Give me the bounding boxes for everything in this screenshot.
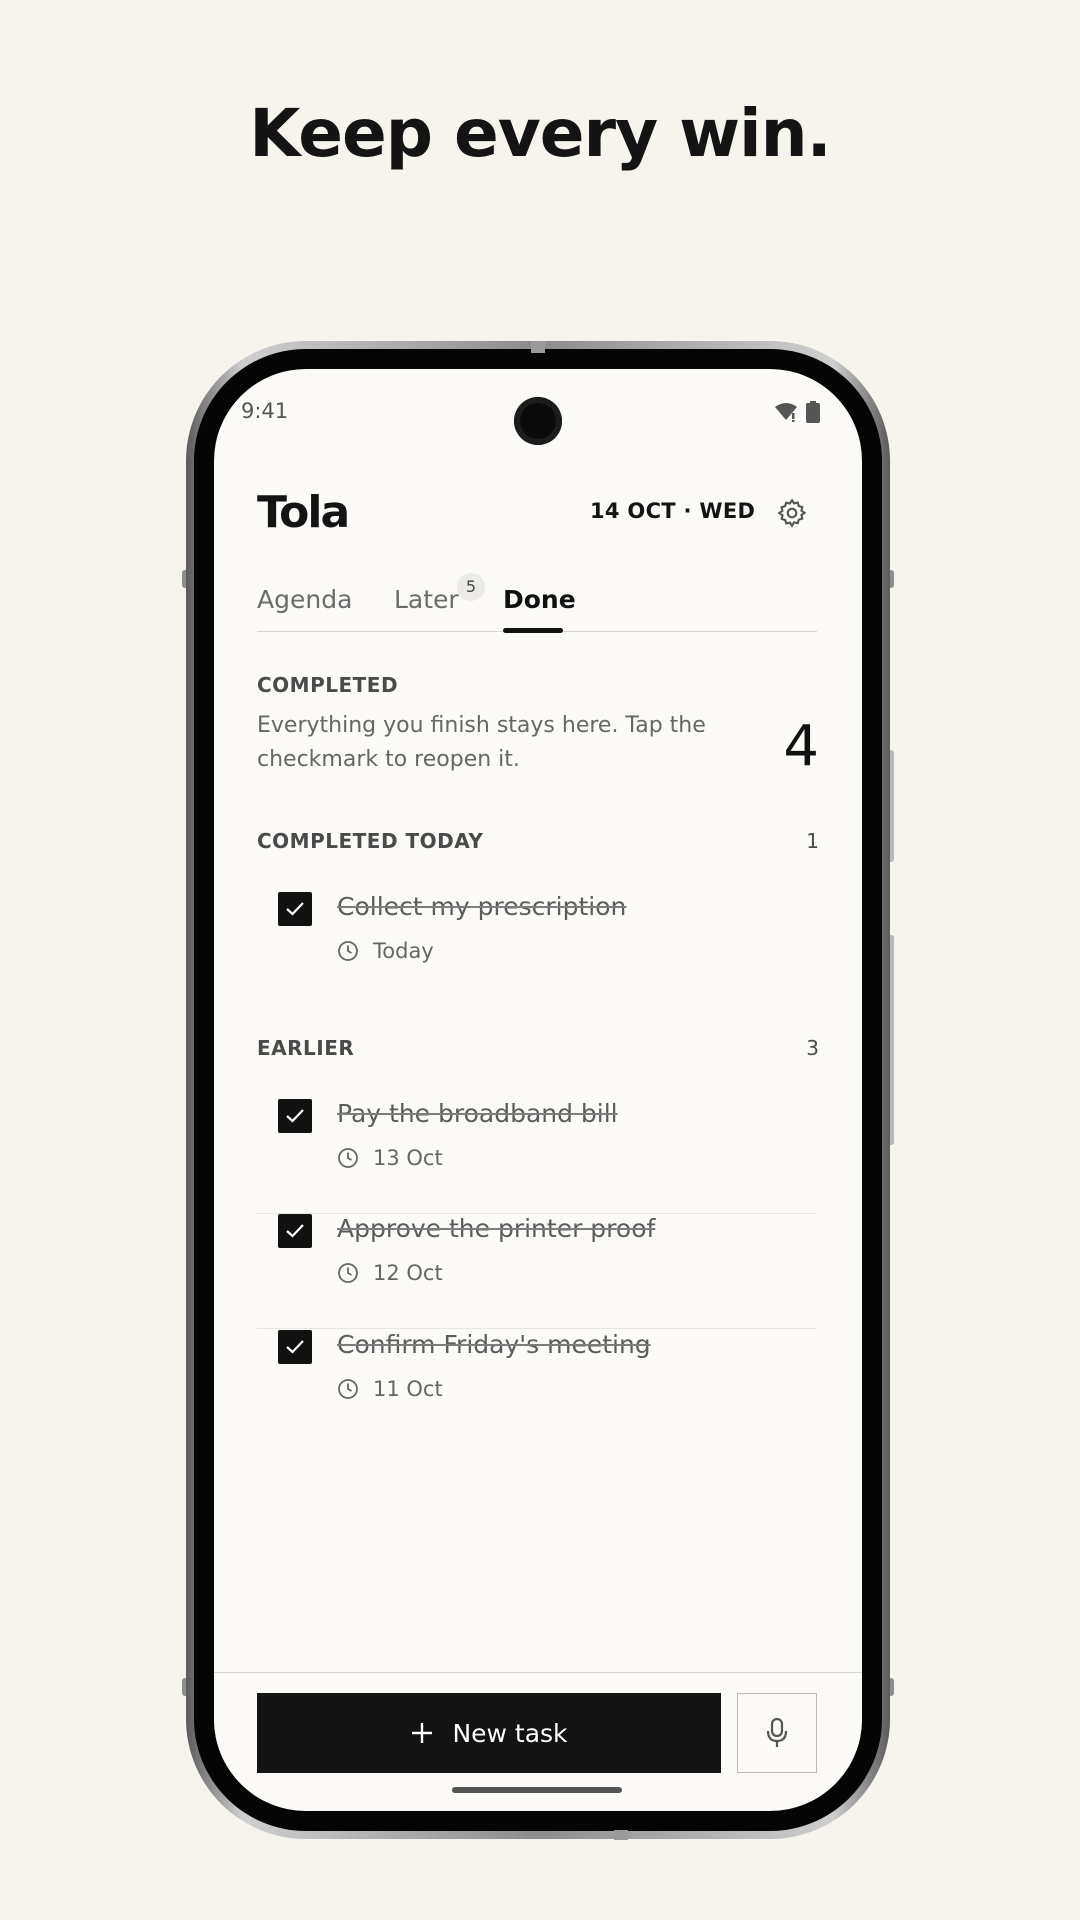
new-task-label: New task (452, 1718, 568, 1748)
clock-icon (338, 1379, 358, 1399)
clock-icon (338, 1263, 358, 1283)
tab-agenda[interactable]: Agenda (257, 585, 352, 614)
frame-antenna-top (531, 341, 545, 353)
status-icons (774, 401, 820, 423)
task-row: Confirm Friday's meeting 11 Oct (257, 1330, 817, 1445)
today-section-label: COMPLETED TODAY (257, 829, 484, 853)
later-count-badge: 5 (457, 573, 485, 601)
plus-icon (412, 1723, 433, 1743)
tab-bar: Agenda Later 5 Done (257, 573, 817, 633)
clock-icon (338, 1148, 358, 1168)
phone-bezel: 9:41 Tola 14 OCT · WED Agenda Later 5 Do… (194, 349, 882, 1831)
completed-description: Everything you finish stays here. Tap th… (257, 713, 706, 772)
task-meta: 13 Oct (337, 1146, 443, 1170)
task-date: 12 Oct (373, 1261, 443, 1285)
task-title[interactable]: Collect my prescription (337, 892, 626, 921)
reopen-checkbox[interactable] (278, 1214, 312, 1248)
voice-input-button[interactable] (737, 1693, 817, 1773)
frame-antenna-bottom (614, 1830, 628, 1840)
reopen-checkbox[interactable] (278, 1099, 312, 1133)
task-meta: Today (337, 939, 434, 963)
wifi-icon (775, 403, 797, 422)
completed-section-label: COMPLETED (257, 673, 399, 697)
task-date: 13 Oct (373, 1146, 443, 1170)
battery-icon (806, 401, 820, 423)
bottom-bar: New task (214, 1672, 862, 1802)
checkmark-icon (286, 1224, 304, 1238)
home-indicator[interactable] (452, 1787, 622, 1793)
gear-icon[interactable] (776, 497, 808, 529)
reopen-checkbox[interactable] (278, 1330, 312, 1364)
task-title[interactable]: Pay the broadband bill (337, 1099, 618, 1128)
task-row: Collect my prescription Today (257, 892, 817, 1007)
active-tab-indicator (503, 628, 563, 633)
microphone-icon (766, 1717, 788, 1747)
completed-total-count: 4 (783, 714, 819, 779)
front-camera (514, 397, 562, 445)
phone-screen: 9:41 Tola 14 OCT · WED Agenda Later 5 Do… (214, 369, 862, 1811)
tab-later[interactable]: Later (394, 585, 459, 614)
reopen-checkbox[interactable] (278, 892, 312, 926)
new-task-button[interactable]: New task (257, 1693, 721, 1773)
task-row: Pay the broadband bill 13 Oct (257, 1099, 817, 1214)
task-date: Today (373, 939, 434, 963)
earlier-section-label: EARLIER (257, 1036, 355, 1060)
task-meta: 12 Oct (337, 1261, 443, 1285)
task-date: 11 Oct (373, 1377, 443, 1401)
phone-frame: 9:41 Tola 14 OCT · WED Agenda Later 5 Do… (186, 341, 890, 1839)
task-title[interactable]: Approve the printer proof (337, 1214, 655, 1243)
status-time: 9:41 (241, 399, 289, 423)
checkmark-icon (286, 1340, 304, 1354)
earlier-section-count: 3 (806, 1036, 819, 1060)
today-section-count: 1 (806, 829, 819, 853)
clock-icon (338, 941, 358, 961)
task-meta: 11 Oct (337, 1377, 443, 1401)
app-title: Tola (257, 487, 350, 538)
tab-later-label: Later (394, 585, 459, 614)
marketing-headline: Keep every win. (249, 95, 831, 172)
tab-done[interactable]: Done (503, 585, 576, 614)
current-date: 14 OCT · WED (590, 499, 756, 523)
task-row: Approve the printer proof 12 Oct (257, 1214, 817, 1329)
checkmark-icon (286, 902, 304, 916)
checkmark-icon (286, 1109, 304, 1123)
task-title[interactable]: Confirm Friday's meeting (337, 1330, 651, 1359)
